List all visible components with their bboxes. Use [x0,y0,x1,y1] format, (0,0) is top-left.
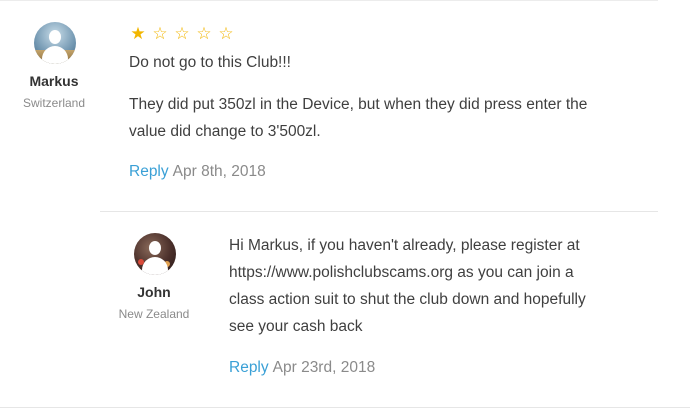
reply-body-line: class action suit to shut the club down … [229,291,586,308]
star-empty-icon: ☆ [218,24,234,43]
star-filled-icon: ★ [130,24,146,43]
reply-body-line: see your cash back [229,318,363,335]
reply-meta: Reply Apr 23rd, 2018 [229,359,375,377]
review-author-name: Markus [29,73,79,89]
star-empty-icon: ☆ [174,24,190,43]
review-title: Do not go to this Club!!! [129,54,291,71]
review-date: Apr 8th, 2018 [172,163,266,180]
avatar[interactable] [134,233,176,275]
avatar-head-silhouette [149,241,161,255]
avatar[interactable] [34,22,76,64]
star-empty-icon: ☆ [152,24,168,43]
review-meta: Reply Apr 8th, 2018 [129,163,266,181]
star-empty-icon: ☆ [196,24,212,43]
reply-body-line: https://www.polishclubscams.org as you c… [229,264,574,281]
review-body-line: They did put 350zl in the Device, but wh… [129,96,588,113]
reply-divider [100,211,658,212]
review-body-line: value did change to 3'500zl. [129,123,321,140]
reply-author-location: New Zealand [118,307,190,321]
reply-date: Apr 23rd, 2018 [272,359,376,376]
reply-body-line: Hi Markus, if you haven't already, pleas… [229,237,580,254]
reply-author-name: John [137,284,171,300]
star-rating: ★ ☆ ☆ ☆ ☆ [128,25,236,43]
reply-button[interactable]: Reply [229,359,269,376]
reply-button[interactable]: Reply [129,163,169,180]
top-divider [0,0,658,1]
avatar-head-silhouette [49,30,61,44]
review-author-location: Switzerland [22,96,86,110]
bottom-divider [0,407,690,408]
